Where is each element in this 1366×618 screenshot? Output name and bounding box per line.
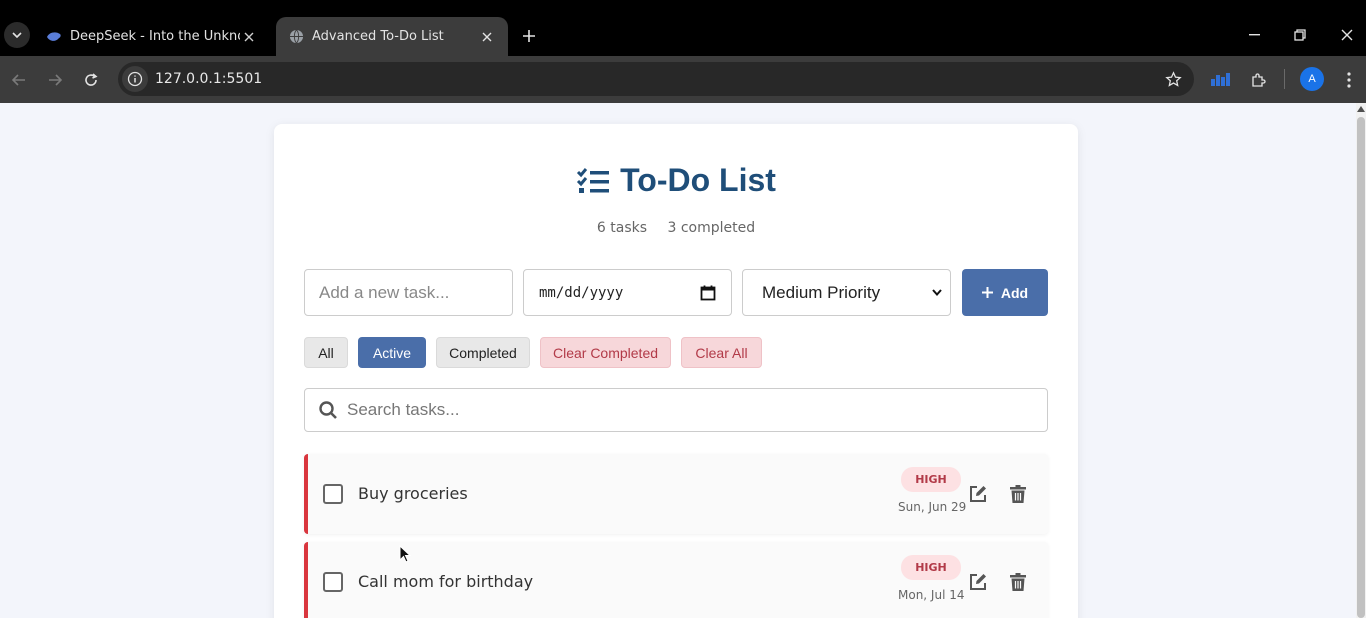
minimize-icon bbox=[1248, 34, 1260, 36]
filter-completed-button[interactable]: Completed bbox=[436, 337, 530, 368]
priority-selected: Medium Priority bbox=[762, 282, 881, 302]
toolbar-separator bbox=[1284, 69, 1285, 89]
add-task-row: Add a new task... mm/dd/yyyy Medium Prio… bbox=[304, 269, 1048, 317]
priority-badge: HIGH bbox=[901, 555, 961, 580]
browser-tab-deepseek[interactable]: DeepSeek - Into the Unknown bbox=[34, 17, 270, 56]
filter-active-button[interactable]: Active bbox=[358, 337, 426, 368]
task-checkbox[interactable] bbox=[323, 572, 343, 592]
page-scrollbar[interactable] bbox=[1356, 103, 1366, 618]
add-button-label: Add bbox=[1000, 284, 1029, 301]
chevron-down-icon bbox=[932, 289, 942, 296]
page-title: To-Do List bbox=[576, 162, 776, 199]
task-input[interactable]: Add a new task... bbox=[304, 269, 513, 316]
date-placeholder: mm/dd/yyyy bbox=[539, 284, 624, 301]
edit-icon[interactable] bbox=[968, 572, 988, 592]
reload-button[interactable] bbox=[78, 67, 104, 93]
add-task-button[interactable]: Add bbox=[962, 269, 1048, 316]
profile-avatar[interactable]: A bbox=[1300, 67, 1324, 91]
filter-all-button[interactable]: All bbox=[304, 337, 348, 368]
restore-icon bbox=[1294, 29, 1306, 41]
tab-title: Advanced To-Do List bbox=[312, 29, 444, 44]
clear-all-button[interactable]: Clear All bbox=[681, 337, 762, 368]
close-icon[interactable] bbox=[240, 28, 258, 46]
priority-select[interactable]: Medium Priority bbox=[742, 269, 951, 316]
close-icon[interactable] bbox=[478, 28, 496, 46]
task-meta: HIGH Mon, Jul 14 bbox=[898, 555, 965, 602]
browser-tab-todo[interactable]: Advanced To-Do List bbox=[276, 17, 508, 56]
arrow-left-icon bbox=[12, 74, 25, 86]
address-bar[interactable]: 127.0.0.1:5501 bbox=[118, 62, 1194, 96]
back-button[interactable] bbox=[6, 67, 32, 93]
calendar-icon[interactable] bbox=[700, 285, 716, 301]
puzzle-extensions-icon[interactable] bbox=[1246, 67, 1272, 93]
search-placeholder: Search tasks... bbox=[347, 400, 460, 419]
search-input[interactable]: Search tasks... bbox=[304, 388, 1048, 432]
todo-app-card: To-Do List 6 tasks 3 completed Add a new… bbox=[274, 124, 1078, 618]
trash-icon[interactable] bbox=[1008, 572, 1028, 592]
plus-icon bbox=[981, 287, 993, 298]
plus-icon bbox=[523, 30, 535, 42]
trash-icon[interactable] bbox=[1008, 484, 1028, 504]
globe-icon bbox=[288, 29, 304, 45]
close-icon bbox=[1341, 29, 1353, 41]
scrollbar-thumb[interactable] bbox=[1357, 117, 1365, 618]
task-item: Buy groceries HIGH Sun, Jun 29 bbox=[304, 454, 1048, 534]
site-info-icon[interactable] bbox=[122, 66, 148, 92]
mouse-cursor-icon bbox=[399, 545, 411, 563]
new-tab-button[interactable] bbox=[518, 25, 540, 47]
list-check-icon bbox=[577, 167, 610, 193]
page-title-text: To-Do List bbox=[620, 162, 776, 198]
browser-tab-strip: DeepSeek - Into the Unknown Advanced To-… bbox=[0, 0, 1366, 56]
due-date-input[interactable]: mm/dd/yyyy bbox=[523, 269, 732, 316]
priority-badge: HIGH bbox=[901, 467, 961, 492]
chevron-down-icon bbox=[12, 32, 22, 38]
completed-count: 3 completed bbox=[667, 220, 756, 236]
url-text: 127.0.0.1:5501 bbox=[155, 71, 263, 87]
browser-toolbar: 127.0.0.1:5501 bbox=[0, 56, 1366, 103]
scroll-up-arrow-icon[interactable] bbox=[1357, 106, 1365, 112]
task-text: Buy groceries bbox=[358, 484, 468, 503]
restore-button[interactable] bbox=[1287, 22, 1313, 48]
window-close-button[interactable] bbox=[1334, 22, 1360, 48]
task-due-date: Sun, Jun 29 bbox=[898, 500, 967, 514]
forward-button[interactable] bbox=[42, 67, 68, 93]
task-stats: 6 tasks 3 completed bbox=[274, 220, 1078, 236]
search-icon bbox=[319, 401, 337, 419]
page-viewport: To-Do List 6 tasks 3 completed Add a new… bbox=[0, 103, 1356, 618]
tab-title: DeepSeek - Into the Unknown bbox=[70, 29, 240, 44]
bookmark-star-icon[interactable] bbox=[1162, 68, 1184, 90]
kebab-menu-icon[interactable] bbox=[1336, 67, 1362, 93]
deepseek-whale-icon bbox=[46, 29, 62, 45]
task-meta: HIGH Sun, Jun 29 bbox=[898, 467, 967, 514]
minimize-button[interactable] bbox=[1241, 22, 1267, 48]
clear-completed-button[interactable]: Clear Completed bbox=[540, 337, 671, 368]
task-count: 6 tasks bbox=[596, 220, 648, 236]
tab-search-button[interactable] bbox=[4, 22, 30, 48]
edit-icon[interactable] bbox=[968, 484, 988, 504]
task-checkbox[interactable] bbox=[323, 484, 343, 504]
arrow-right-icon bbox=[49, 74, 62, 86]
task-item: Call mom for birthday HIGH Mon, Jul 14 bbox=[304, 542, 1048, 618]
task-text: Call mom for birthday bbox=[358, 572, 534, 591]
reload-icon bbox=[85, 73, 98, 86]
task-due-date: Mon, Jul 14 bbox=[898, 588, 965, 602]
app-header: To-Do List bbox=[274, 162, 1078, 200]
extension-icon[interactable] bbox=[1208, 67, 1234, 93]
